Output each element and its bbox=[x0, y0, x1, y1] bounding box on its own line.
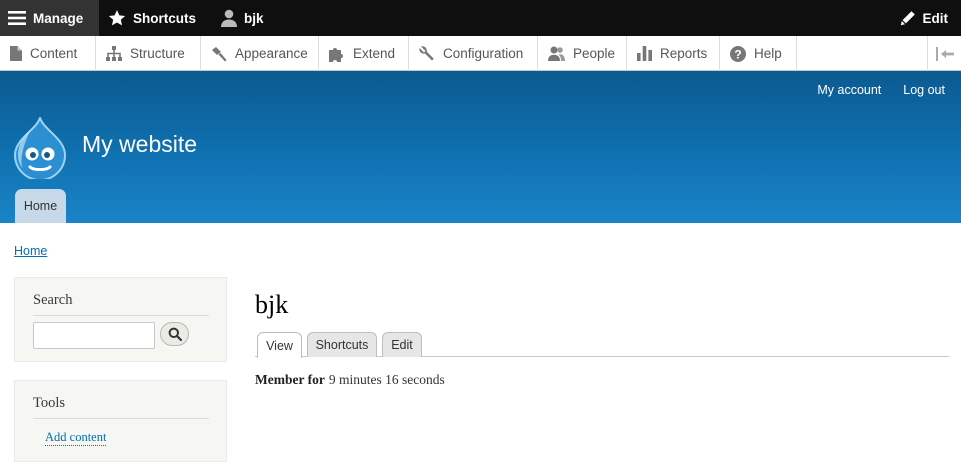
breadcrumb-home[interactable]: Home bbox=[14, 244, 47, 258]
collapse-left-icon bbox=[935, 46, 954, 61]
tray-item-configuration[interactable]: Configuration bbox=[409, 36, 538, 71]
tray-item-appearance[interactable]: Appearance bbox=[201, 36, 319, 71]
bar-chart-icon bbox=[637, 46, 652, 61]
tray-orientation-toggle[interactable] bbox=[927, 36, 961, 71]
tab-view[interactable]: View bbox=[257, 332, 302, 358]
search-input[interactable] bbox=[33, 322, 155, 349]
secondary-menu: My account Log out bbox=[817, 83, 945, 97]
edit-label: Edit bbox=[922, 10, 949, 26]
toolbar-tray: Content Structure Appearance Extend Conf… bbox=[0, 36, 961, 71]
site-logo[interactable] bbox=[13, 114, 67, 181]
member-for-field: Member for 9 minutes 16 seconds bbox=[255, 372, 445, 388]
help-icon: ? bbox=[730, 45, 746, 62]
user-label: bjk bbox=[244, 10, 264, 26]
tray-item-label: Structure bbox=[130, 46, 185, 61]
tray-item-label: Reports bbox=[660, 46, 708, 61]
tray-item-label: Configuration bbox=[443, 46, 524, 61]
manage-label: Manage bbox=[33, 10, 84, 26]
search-block-title: Search bbox=[33, 292, 209, 316]
sitemap-icon bbox=[106, 46, 122, 61]
file-icon bbox=[10, 46, 22, 61]
people-icon bbox=[548, 46, 565, 61]
tray-item-label: Appearance bbox=[235, 46, 308, 61]
puzzle-icon bbox=[329, 47, 343, 62]
paintbrush-icon bbox=[212, 46, 227, 61]
tab-shortcuts[interactable]: Shortcuts bbox=[307, 332, 377, 357]
search-block: Search bbox=[14, 277, 227, 362]
tools-block-title: Tools bbox=[33, 395, 209, 419]
member-for-value: 9 minutes 16 seconds bbox=[328, 372, 445, 387]
add-content-link[interactable]: Add content bbox=[45, 430, 107, 446]
tools-block: Tools Add content bbox=[14, 380, 227, 462]
hamburger-menu-icon bbox=[8, 11, 26, 25]
tray-item-people[interactable]: People bbox=[538, 36, 627, 71]
tray-item-content[interactable]: Content bbox=[0, 36, 96, 71]
svg-text:?: ? bbox=[734, 47, 741, 61]
my-account-link[interactable]: My account bbox=[817, 83, 881, 97]
wrench-icon bbox=[419, 45, 434, 60]
user-menu-button[interactable]: bjk bbox=[221, 0, 264, 36]
page-title: bjk bbox=[255, 290, 289, 319]
tab-edit[interactable]: Edit bbox=[382, 332, 422, 357]
primary-tab-home[interactable]: Home bbox=[15, 189, 66, 223]
site-name[interactable]: My website bbox=[82, 131, 197, 158]
drupal-drop-logo-icon bbox=[13, 114, 67, 181]
tray-item-extend[interactable]: Extend bbox=[319, 36, 409, 71]
member-for-label: Member for bbox=[255, 372, 325, 387]
tray-item-label: Extend bbox=[353, 46, 396, 61]
search-button[interactable] bbox=[160, 322, 189, 346]
user-icon bbox=[221, 9, 237, 27]
site-header: My account Log out My website Home bbox=[0, 71, 961, 223]
star-icon bbox=[108, 10, 126, 26]
edit-mode-button[interactable]: Edit bbox=[900, 0, 949, 36]
shortcuts-button[interactable]: Shortcuts bbox=[108, 0, 196, 36]
tray-item-reports[interactable]: Reports bbox=[627, 36, 720, 71]
tray-item-structure[interactable]: Structure bbox=[96, 36, 201, 71]
admin-toolbar: Manage Shortcuts bjk Edit bbox=[0, 0, 961, 36]
tray-item-label: People bbox=[573, 46, 616, 61]
shortcuts-label: Shortcuts bbox=[133, 10, 197, 26]
tray-item-help[interactable]: ? Help bbox=[720, 36, 797, 71]
log-out-link[interactable]: Log out bbox=[903, 83, 945, 97]
pencil-icon bbox=[900, 11, 915, 26]
tray-item-label: Content bbox=[30, 46, 78, 61]
search-icon bbox=[168, 327, 182, 341]
manage-button[interactable]: Manage bbox=[0, 0, 99, 36]
tray-item-label: Help bbox=[754, 46, 782, 61]
